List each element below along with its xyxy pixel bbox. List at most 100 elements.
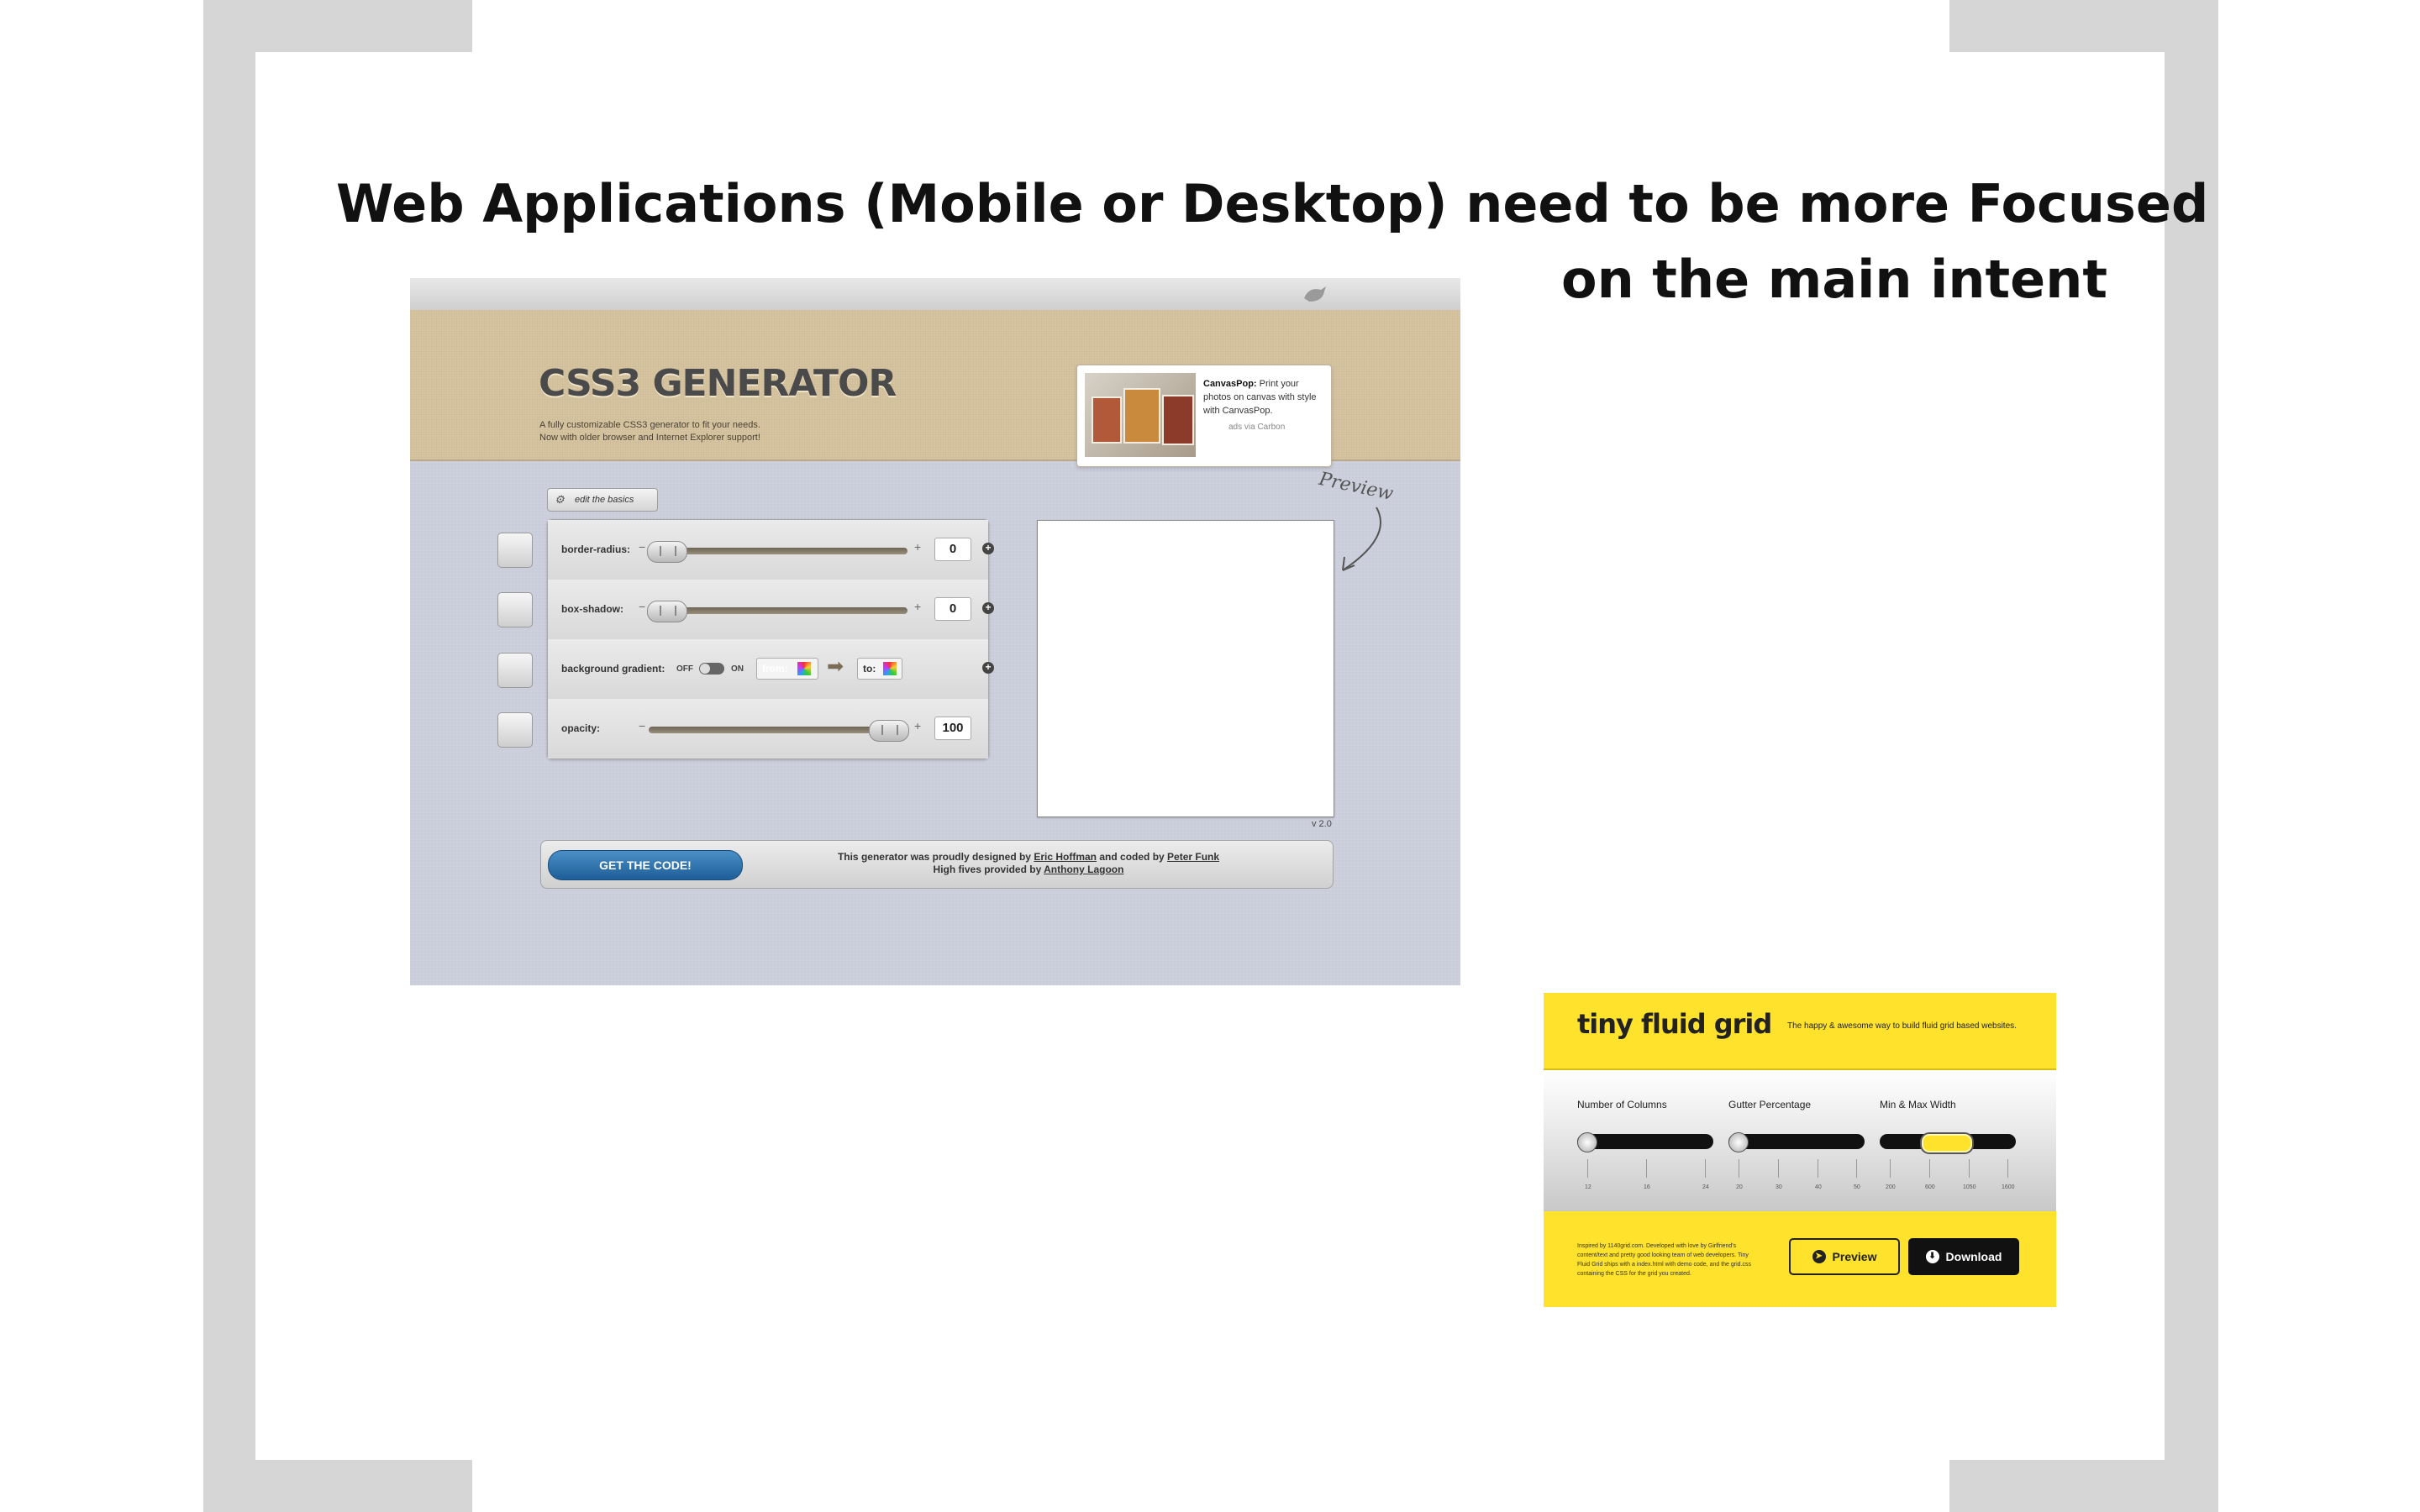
tfg-title: tiny fluid grid [1577, 1008, 1772, 1040]
preview-button-label: Preview [1832, 1250, 1877, 1263]
preview-label: Preview [1317, 468, 1396, 506]
background-gradient-label: background gradient: [561, 663, 666, 675]
credits: This generator was proudly designed by E… [793, 851, 1264, 876]
gutter-slider-track[interactable] [1728, 1134, 1865, 1149]
compass-icon: ➤ [1812, 1250, 1826, 1264]
columns-slider-handle[interactable] [1577, 1132, 1597, 1152]
tick-label: 16 [1644, 1184, 1650, 1190]
browser-top-bar [410, 278, 1460, 311]
background-gradient-row: background gradient: OFF ON from: ➡ to: [548, 639, 988, 700]
tfg-header: tiny fluid grid The happy & awesome way … [1544, 993, 2056, 1070]
gradient-icon[interactable] [497, 653, 533, 688]
plus-icon[interactable]: + [914, 540, 921, 554]
opacity-value[interactable]: 100 [934, 717, 971, 740]
opacity-icon[interactable] [497, 712, 533, 748]
carbon-ad[interactable]: CanvasPop: Print your photos on canvas w… [1076, 365, 1332, 467]
box-shadow-value[interactable]: 0 [934, 597, 971, 621]
tick-label: 20 [1736, 1184, 1743, 1190]
opacity-row: opacity: − + 100 [548, 699, 988, 759]
designer-link[interactable]: Eric Hoffman [1034, 851, 1097, 863]
minus-icon[interactable]: − [639, 540, 645, 554]
ad-brand: CanvasPop: [1203, 379, 1257, 389]
frame-bottom-right [1949, 1460, 2218, 1512]
frame-left [203, 0, 255, 1512]
ad-text[interactable]: CanvasPop: Print your photos on canvas w… [1203, 377, 1321, 417]
css3-generator-screenshot: CSS3 GENERATOR A fully customizable CSS3… [410, 278, 1460, 985]
generator-footer: GET THE CODE! This generator was proudly… [540, 840, 1334, 889]
border-radius-value[interactable]: 0 [934, 538, 971, 561]
tick-label: 1050 [1963, 1184, 1976, 1190]
tfg-download-button[interactable]: ⬇ Download [1908, 1238, 2019, 1275]
box-shadow-label: box-shadow: [561, 603, 623, 615]
border-radius-row: border-radius: − + 0 [548, 520, 988, 580]
gradient-from-picker[interactable]: from: [756, 658, 818, 680]
gradient-toggle[interactable] [699, 663, 724, 675]
edit-basics-button[interactable]: ⚙ edit the basics [547, 488, 658, 512]
highfives-link[interactable]: Anthony Lagoon [1044, 864, 1123, 875]
tfg-tagline: The happy & awesome way to build fluid g… [1787, 1021, 2017, 1031]
tfg-credits-note: Inspired by 1140grid.com. Developed with… [1577, 1243, 1751, 1277]
gradient-to-picker[interactable]: to: [857, 658, 902, 680]
box-shadow-icon[interactable] [497, 592, 533, 627]
color-swatch-icon [883, 662, 897, 675]
subtitle-line1: A fully customizable CSS3 generator to f… [539, 420, 760, 430]
generator-title: CSS3 GENERATOR [539, 362, 897, 405]
gutter-slider-handle[interactable] [1728, 1132, 1749, 1152]
tick-label: 40 [1815, 1184, 1822, 1190]
edit-basics-label: edit the basics [575, 495, 634, 505]
plus-icon[interactable]: + [914, 719, 921, 732]
settings-panel: border-radius: − + 0 box-shadow: − + 0 b… [547, 519, 989, 759]
box-shadow-slider-handle[interactable] [647, 601, 687, 622]
border-radius-slider-track[interactable] [649, 548, 908, 554]
subtitle-line2: Now with older browser and Internet Expl… [539, 433, 760, 443]
color-swatch-icon [797, 662, 811, 675]
tick-label: 200 [1886, 1184, 1896, 1190]
arrow-right-icon: ➡ [827, 655, 844, 678]
opacity-label: opacity: [561, 722, 601, 734]
get-the-code-button[interactable]: GET THE CODE! [548, 850, 743, 880]
tiny-fluid-grid-screenshot: tiny fluid grid The happy & awesome way … [1544, 993, 2056, 1307]
twitter-bird-icon[interactable] [1301, 283, 1329, 305]
border-radius-icon[interactable] [497, 533, 533, 568]
generator-header: CSS3 GENERATOR A fully customizable CSS3… [410, 310, 1460, 467]
coder-link[interactable]: Peter Funk [1167, 851, 1219, 863]
generator-subtitle: A fully customizable CSS3 generator to f… [539, 419, 760, 444]
columns-slider-track[interactable] [1577, 1134, 1713, 1149]
ad-via-carbon[interactable]: ads via Carbon [1228, 423, 1285, 432]
tfg-controls: Number of Columns Gutter Percentage Min … [1544, 1070, 2056, 1211]
border-radius-slider-handle[interactable] [647, 541, 687, 563]
credits-text: High fives provided by [933, 864, 1044, 875]
credits-text: and coded by [1097, 851, 1168, 863]
download-icon: ⬇ [1925, 1250, 1939, 1264]
curved-arrow-icon [1342, 507, 1381, 571]
toggle-off-label: OFF [676, 664, 693, 674]
ad-image[interactable] [1085, 373, 1196, 457]
minus-icon[interactable]: − [639, 600, 645, 613]
version-label: v 2.0 [1312, 819, 1332, 829]
slide-title-line1: Web Applications (Mobile or Desktop) nee… [336, 173, 2209, 234]
minus-icon[interactable]: − [639, 719, 645, 732]
tfg-preview-button[interactable]: ➤ Preview [1789, 1238, 1900, 1275]
toggle-on-label: ON [731, 664, 744, 674]
tick-label: 1600 [2002, 1184, 2015, 1190]
width-label: Min & Max Width [1880, 1099, 1956, 1110]
from-label: from: [762, 663, 788, 675]
opacity-slider-handle[interactable] [869, 720, 909, 742]
add-border-radius-icon[interactable]: + [982, 543, 994, 554]
plus-icon[interactable]: + [914, 600, 921, 613]
tick-label: 600 [1925, 1184, 1935, 1190]
credits-text: This generator was proudly designed by [837, 851, 1034, 863]
add-gradient-icon[interactable]: + [982, 662, 994, 674]
to-label: to: [863, 663, 876, 675]
width-range-handle[interactable] [1922, 1134, 1972, 1152]
add-box-shadow-icon[interactable]: + [982, 602, 994, 614]
tfg-footer: Inspired by 1140grid.com. Developed with… [1544, 1213, 2056, 1307]
columns-label: Number of Columns [1577, 1099, 1667, 1110]
tick-label: 24 [1702, 1184, 1709, 1190]
download-button-label: Download [1945, 1250, 2002, 1263]
tick-label: 12 [1585, 1184, 1591, 1190]
box-shadow-row: box-shadow: − + 0 [548, 580, 988, 640]
tick-label: 30 [1776, 1184, 1782, 1190]
gear-icon: ⚙ [555, 493, 565, 506]
box-shadow-slider-track[interactable] [649, 607, 908, 614]
